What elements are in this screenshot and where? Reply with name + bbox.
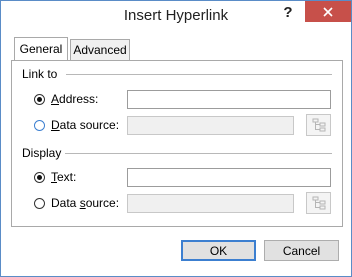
link-data-source-picker-button bbox=[306, 114, 331, 136]
link-data-source-radio-button[interactable] bbox=[34, 119, 45, 131]
display-data-source-radio-button[interactable] bbox=[34, 197, 45, 209]
cancel-button[interactable]: Cancel bbox=[264, 240, 339, 261]
text-radio[interactable]: Text: bbox=[34, 167, 76, 187]
display-group-label: Display bbox=[22, 146, 62, 160]
tree-structure-icon bbox=[312, 118, 325, 132]
address-radio-button[interactable] bbox=[34, 93, 45, 105]
display-data-source-radio-label: Data source: bbox=[51, 196, 120, 210]
display-divider bbox=[65, 153, 332, 154]
text-radio-label: Text: bbox=[51, 170, 77, 184]
tree-structure-icon bbox=[312, 196, 325, 210]
tab-advanced-label: Advanced bbox=[73, 43, 127, 57]
tab-general-label: General bbox=[19, 42, 63, 56]
close-button[interactable] bbox=[305, 1, 351, 22]
address-input[interactable] bbox=[127, 90, 331, 109]
tab-general[interactable]: General bbox=[14, 37, 68, 60]
help-icon: ? bbox=[283, 3, 293, 21]
display-data-source-picker-button bbox=[306, 192, 331, 214]
title-bar[interactable]: Insert Hyperlink ? bbox=[1, 1, 351, 31]
address-radio-label: Address: bbox=[51, 92, 99, 106]
display-data-source-radio[interactable]: Data source: bbox=[34, 193, 119, 213]
tab-advanced[interactable]: Advanced bbox=[70, 39, 130, 60]
link-to-divider bbox=[66, 74, 332, 75]
text-radio-button[interactable] bbox=[34, 171, 45, 183]
link-data-source-radio[interactable]: Data source: bbox=[34, 115, 119, 135]
link-data-source-field bbox=[127, 116, 294, 135]
ok-button[interactable]: OK bbox=[181, 240, 256, 261]
display-data-source-field bbox=[127, 194, 294, 213]
link-to-group-label: Link to bbox=[22, 67, 58, 81]
close-icon bbox=[323, 6, 333, 17]
text-input[interactable] bbox=[127, 168, 331, 187]
cancel-button-label: Cancel bbox=[282, 243, 321, 258]
help-button[interactable]: ? bbox=[274, 2, 302, 22]
address-radio[interactable]: Address: bbox=[34, 89, 98, 109]
link-data-source-radio-label: Data source: bbox=[51, 118, 120, 132]
insert-hyperlink-dialog: Insert Hyperlink ? General Advanced Link… bbox=[0, 0, 352, 277]
general-panel: Link to Address: Data source: Display Te… bbox=[11, 60, 343, 227]
ok-button-label: OK bbox=[209, 243, 228, 258]
